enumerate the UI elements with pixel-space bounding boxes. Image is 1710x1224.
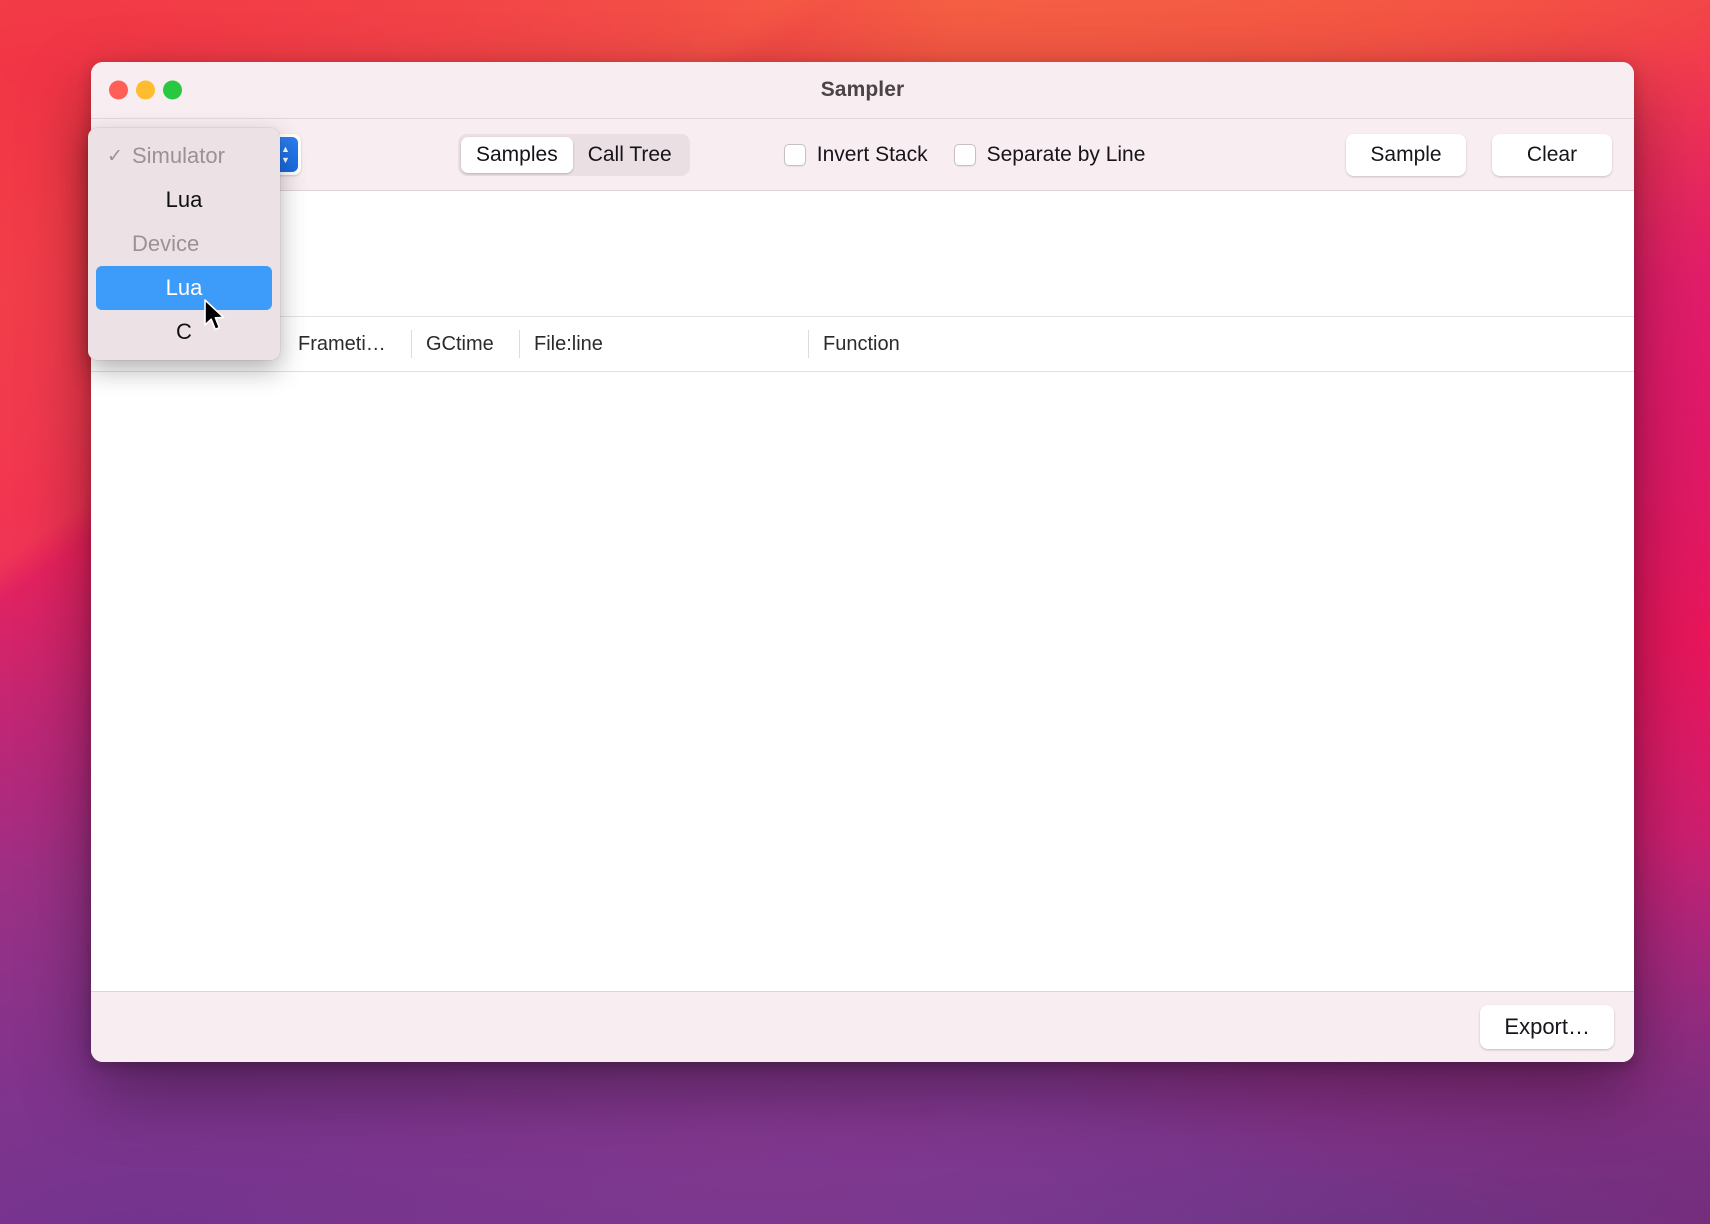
main-toolbar: Simulator ▲ ▼ Samples Call Tree Invert S… bbox=[91, 119, 1634, 191]
clear-button[interactable]: Clear bbox=[1492, 133, 1612, 176]
menu-item-label: Lua bbox=[165, 275, 203, 300]
segment-call-tree[interactable]: Call Tree bbox=[573, 137, 687, 173]
separate-by-line-checkbox[interactable] bbox=[953, 143, 976, 166]
column-header-function[interactable]: Function bbox=[808, 330, 1578, 358]
export-button[interactable]: Export… bbox=[1480, 1005, 1614, 1049]
checkmark-icon: ✓ bbox=[107, 145, 123, 167]
toolbar-right-group: Sample Clear bbox=[1346, 133, 1612, 176]
toolbar-checkbox-group: Invert Stack Separate by Line bbox=[783, 142, 1146, 167]
column-header-gctime[interactable]: GCtime bbox=[411, 330, 519, 358]
menu-item-label: C bbox=[176, 319, 192, 344]
desktop-wallpaper: Sampler Simulator ▲ ▼ Samples Call Tree … bbox=[0, 0, 1710, 1224]
menu-item-simulator-header: ✓ Simulator bbox=[88, 134, 280, 178]
separate-by-line-label: Separate by Line bbox=[986, 142, 1146, 166]
view-mode-segmented-control[interactable]: Samples Call Tree bbox=[458, 133, 690, 176]
segment-samples[interactable]: Samples bbox=[461, 136, 573, 173]
traffic-light-group bbox=[109, 80, 182, 100]
menu-item-simulator-lua[interactable]: Lua bbox=[88, 178, 280, 222]
column-header-file-line[interactable]: File:line bbox=[519, 330, 808, 358]
window-footer: Export… bbox=[91, 991, 1634, 1062]
window-title: Sampler bbox=[820, 78, 905, 101]
menu-item-label: Lua bbox=[165, 187, 203, 212]
window-titlebar: Sampler bbox=[91, 62, 1634, 119]
menu-item-device-c[interactable]: C bbox=[88, 310, 280, 354]
sample-button[interactable]: Sample bbox=[1346, 133, 1466, 176]
close-window-button[interactable] bbox=[109, 80, 128, 100]
content-area: Frameti… GCtime File:line Function bbox=[91, 191, 1634, 991]
sampler-window: Sampler Simulator ▲ ▼ Samples Call Tree … bbox=[91, 62, 1634, 1062]
separate-by-line-checkbox-item[interactable]: Separate by Line bbox=[953, 142, 1146, 167]
menu-item-label: Device bbox=[132, 231, 200, 256]
table-header-row: Frameti… GCtime File:line Function bbox=[91, 317, 1634, 372]
menu-item-device-header: Device bbox=[88, 222, 280, 266]
invert-stack-label: Invert Stack bbox=[816, 142, 928, 166]
menu-item-device-lua[interactable]: Lua bbox=[96, 266, 272, 310]
chevron-down-glyph: ▼ bbox=[281, 154, 290, 165]
invert-stack-checkbox-item[interactable]: Invert Stack bbox=[783, 142, 928, 167]
invert-stack-checkbox[interactable] bbox=[783, 143, 806, 166]
chevron-up-glyph: ▲ bbox=[281, 143, 290, 154]
sample-graph-pane bbox=[91, 191, 1634, 317]
samples-table-body[interactable] bbox=[91, 372, 1634, 991]
target-dropdown-menu[interactable]: ✓ Simulator Lua Device Lua C bbox=[88, 128, 280, 360]
maximize-window-button[interactable] bbox=[163, 80, 182, 100]
minimize-window-button[interactable] bbox=[136, 80, 155, 100]
